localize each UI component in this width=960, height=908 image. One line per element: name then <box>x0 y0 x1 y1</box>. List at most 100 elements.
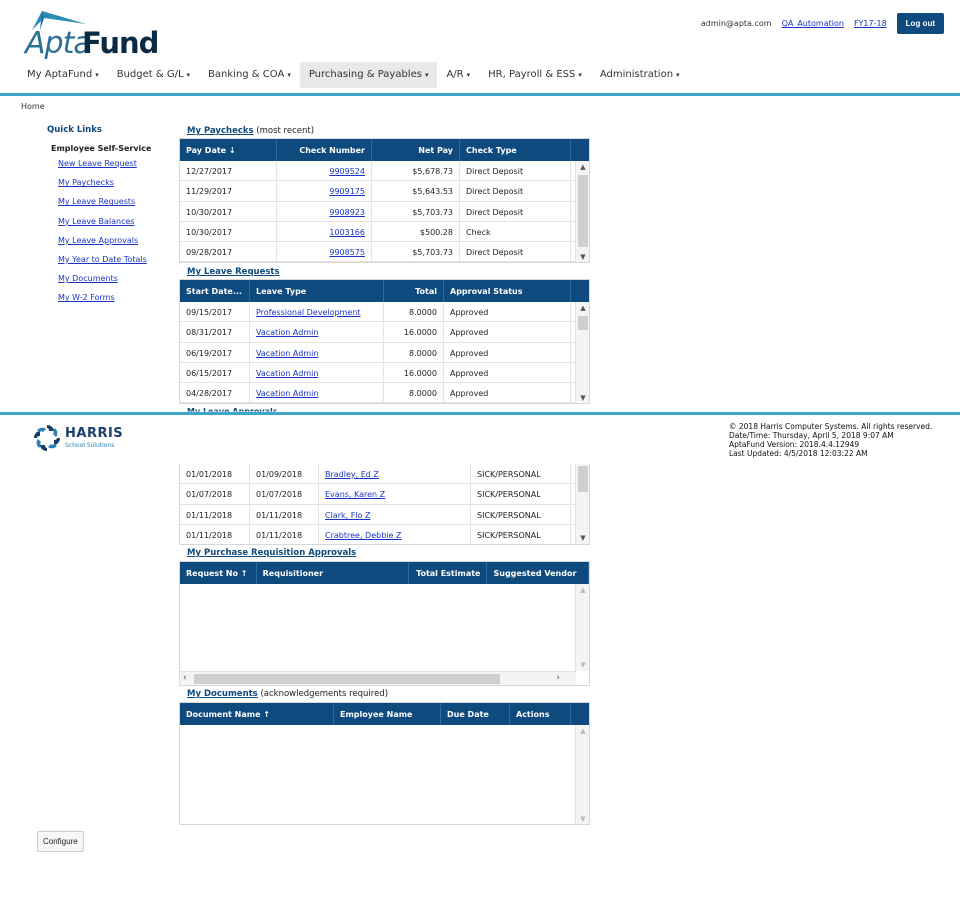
table-row[interactable]: 11/29/2017 9909175 $5,643.53 Direct Depo… <box>180 181 589 202</box>
paychecks-grid: Pay Date ↓ Check Number Net Pay Check Ty… <box>179 138 590 263</box>
scroll-down-icon[interactable]: ▼ <box>576 253 589 261</box>
employee-link[interactable]: Bradley, Ed Z <box>325 470 379 479</box>
nav-my-aptafund[interactable]: My AptaFund ▾ <box>18 62 108 88</box>
quick-link-new-leave-request[interactable]: New Leave Request <box>58 159 177 178</box>
quick-link-my-w2-forms[interactable]: My W-2 Forms <box>58 293 177 312</box>
check-number-link[interactable]: 9908575 <box>329 248 365 257</box>
table-row[interactable]: 06/19/2017 Vacation Admin 8.0000 Approve… <box>180 342 589 363</box>
logout-button[interactable]: Log out <box>896 13 944 34</box>
table-row[interactable]: 06/15/2017 Vacation Admin 16.0000 Approv… <box>180 362 589 384</box>
nav-hr-payroll-ess[interactable]: HR, Payroll & ESS ▾ <box>479 62 591 88</box>
paychecks-title-link[interactable]: My Paychecks <box>187 126 254 136</box>
leave-type-link[interactable]: Vacation Admin <box>256 369 318 378</box>
vertical-scrollbar[interactable]: ▼ <box>575 464 589 544</box>
table-row[interactable]: 09/28/2017 9908575 $5,703.73 Direct Depo… <box>180 242 589 262</box>
breadcrumb[interactable]: Home <box>21 102 45 111</box>
table-row[interactable]: 12/27/2017 9909524 $5,678.73 Direct Depo… <box>180 161 589 182</box>
quick-link-my-documents[interactable]: My Documents <box>58 274 177 293</box>
scroll-thumb[interactable] <box>578 316 588 330</box>
vertical-scrollbar[interactable]: ▲ ▼ <box>575 302 589 403</box>
nav-ar[interactable]: A/R ▾ <box>437 62 479 88</box>
vertical-scrollbar[interactable]: ▲ ▼ <box>575 584 589 671</box>
scroll-right-icon[interactable]: › <box>556 673 560 683</box>
scroll-down-icon[interactable]: ▼ <box>576 394 589 402</box>
table-row[interactable]: 10/30/2017 1003166 $500.28 Check <box>180 221 589 243</box>
check-number-link[interactable]: 9909175 <box>329 187 365 196</box>
col-request-no[interactable]: Request No ↑ <box>180 562 257 584</box>
nav-label: Administration <box>599 69 674 80</box>
documents-title-link[interactable]: My Documents <box>187 689 258 699</box>
employee-link[interactable]: Clark, Flo Z <box>325 511 370 520</box>
leave-requests-title-link[interactable]: My Leave Requests <box>187 267 280 277</box>
nav-banking-coa[interactable]: Banking & COA ▾ <box>199 62 300 88</box>
table-row[interactable]: 08/31/2017 Vacation Admin 16.0000 Approv… <box>180 322 589 343</box>
quick-link-my-leave-approvals[interactable]: My Leave Approvals <box>58 236 177 255</box>
nav-administration[interactable]: Administration ▾ <box>591 62 689 88</box>
horizontal-scrollbar[interactable]: ‹ › <box>180 671 576 685</box>
leave-type-link[interactable]: Vacation Admin <box>256 389 318 398</box>
leave-type-link[interactable]: Vacation Admin <box>256 328 318 337</box>
quick-link-my-ytd-totals[interactable]: My Year to Date Totals <box>58 255 177 274</box>
table-row[interactable]: 01/11/2018 01/11/2018 Clark, Flo Z SICK/… <box>180 504 589 525</box>
cell-net-pay: $5,703.73 <box>372 242 460 262</box>
scroll-up-icon[interactable]: ▲ <box>576 163 589 171</box>
quick-link-my-leave-requests[interactable]: My Leave Requests <box>58 197 177 216</box>
table-row[interactable]: 01/11/2018 01/11/2018 Crabtree, Debbie Z… <box>180 524 589 544</box>
col-total[interactable]: Total <box>384 280 444 302</box>
cell-start-date: 06/15/2017 <box>180 362 250 383</box>
table-row[interactable]: 01/07/2018 01/07/2018 Evans, Karen Z SIC… <box>180 484 589 505</box>
employee-link[interactable]: Crabtree, Debbie Z <box>325 531 401 540</box>
nav-purchasing-payables[interactable]: Purchasing & Payables ▾ <box>299 62 438 88</box>
aptafund-logo[interactable]: Apta Fund <box>25 10 159 61</box>
col-check-number[interactable]: Check Number <box>277 139 372 161</box>
grid-header: Document Name ↑ Employee Name Due Date A… <box>180 703 589 725</box>
quick-link-my-paychecks[interactable]: My Paychecks <box>58 178 177 197</box>
quick-link-my-leave-balances[interactable]: My Leave Balances <box>58 217 177 236</box>
leave-requests-grid: Start Date... Leave Type Total Approval … <box>179 279 590 404</box>
col-employee-name[interactable]: Employee Name <box>334 703 441 725</box>
vertical-scrollbar[interactable]: ▲ ▼ <box>575 725 589 824</box>
vertical-scrollbar[interactable]: ▲ ▼ <box>575 161 589 262</box>
col-net-pay[interactable]: Net Pay <box>372 139 460 161</box>
col-start-date[interactable]: Start Date... <box>180 280 250 302</box>
scroll-up-icon[interactable]: ▲ <box>576 304 589 312</box>
check-number-link[interactable]: 1003166 <box>329 228 365 237</box>
col-suggested-vendor[interactable]: Suggested Vendor <box>487 562 589 584</box>
scroll-down-icon[interactable]: ▼ <box>576 661 589 669</box>
employee-link[interactable]: Evans, Karen Z <box>325 490 385 499</box>
col-check-type[interactable]: Check Type <box>460 139 571 161</box>
documents-grid: Document Name ↑ Employee Name Due Date A… <box>179 702 590 825</box>
user-email: admin@apta.com <box>700 19 772 28</box>
scroll-thumb[interactable] <box>194 674 500 684</box>
cell-check-type: Direct Deposit <box>460 201 571 221</box>
scroll-up-icon[interactable]: ▲ <box>576 727 589 735</box>
check-number-link[interactable]: 9908923 <box>329 208 365 217</box>
scroll-left-icon[interactable]: ‹ <box>183 673 187 683</box>
table-row[interactable]: 09/15/2017 Professional Development 8.00… <box>180 302 589 323</box>
col-document-name[interactable]: Document Name ↑ <box>180 703 334 725</box>
scroll-down-icon[interactable]: ▼ <box>576 534 589 542</box>
leave-type-link[interactable]: Professional Development <box>256 308 360 317</box>
col-requisitioner[interactable]: Requisitioner <box>257 562 409 584</box>
cell-start-date: 01/07/2018 <box>180 484 250 504</box>
col-actions[interactable]: Actions <box>510 703 571 725</box>
table-row[interactable]: 10/30/2017 9908923 $5,703.73 Direct Depo… <box>180 201 589 222</box>
leave-type-link[interactable]: Vacation Admin <box>256 349 318 358</box>
scroll-thumb[interactable] <box>578 175 588 247</box>
scroll-thumb[interactable] <box>578 466 588 492</box>
user-name-link[interactable]: QA_Automation <box>782 19 844 28</box>
scroll-down-icon[interactable]: ▼ <box>576 815 589 823</box>
table-row[interactable]: 01/01/2018 01/09/2018 Bradley, Ed Z SICK… <box>180 464 589 485</box>
check-number-link[interactable]: 9909524 <box>329 167 365 176</box>
col-leave-type[interactable]: Leave Type <box>250 280 384 302</box>
nav-budget-gl[interactable]: Budget & G/L ▾ <box>108 62 199 88</box>
col-approval-status[interactable]: Approval Status <box>444 280 571 302</box>
col-due-date[interactable]: Due Date <box>441 703 510 725</box>
fiscal-year-link[interactable]: FY17-18 <box>854 19 887 28</box>
table-row[interactable]: 04/28/2017 Vacation Admin 8.0000 Approve… <box>180 383 589 403</box>
purchase-approvals-title-link[interactable]: My Purchase Requisition Approvals <box>187 548 356 558</box>
configure-button[interactable]: Configure <box>37 831 84 852</box>
col-total-estimate[interactable]: Total Estimate <box>409 562 488 584</box>
scroll-up-icon[interactable]: ▲ <box>576 586 589 594</box>
col-pay-date[interactable]: Pay Date ↓ <box>180 139 277 161</box>
